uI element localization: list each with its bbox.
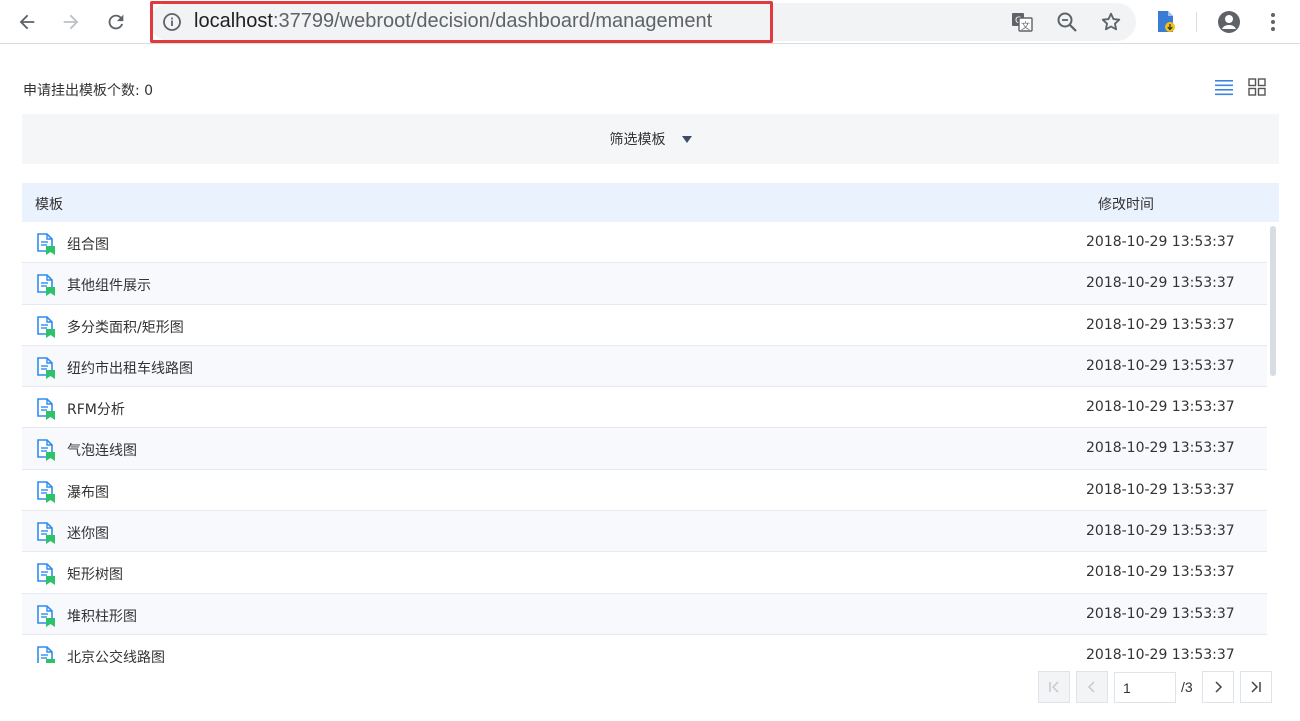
template-name[interactable]: 矩形树图 — [67, 564, 123, 584]
table-row[interactable]: 纽约市出租车线路图 2018-10-29 13:53:37 — [22, 345, 1267, 388]
address-bar-url[interactable]: localhost:37799/webroot/decision/dashboa… — [194, 10, 712, 33]
dashboard-file-icon — [36, 604, 56, 631]
template-name[interactable]: RFM分析 — [67, 399, 125, 419]
modified-time: 2018-10-29 13:53:37 — [1086, 440, 1235, 457]
dashboard-file-icon — [36, 522, 56, 548]
modified-time: 2018-10-29 13:53:37 — [1086, 399, 1235, 416]
url-path: :37799/webroot/decision/dashboard/manage… — [272, 10, 713, 32]
table-row[interactable]: 北京公交线路图 2018-10-29 13:53:37 — [22, 635, 1267, 663]
dashboard-file-icon — [36, 439, 56, 465]
modified-time: 2018-10-29 13:53:37 — [1086, 523, 1235, 540]
table-row[interactable]: 迷你图 2018-10-29 13:53:37 — [22, 511, 1267, 553]
table-row[interactable]: 多分类面积/矩形图 2018-10-29 13:53:37 — [22, 305, 1267, 346]
filter-label: 筛选模板 — [609, 132, 666, 148]
page-total: /3 — [1181, 679, 1193, 695]
table-row[interactable]: 其他组件展示 2018-10-29 13:53:37 — [22, 263, 1267, 305]
table-row[interactable]: 气泡连线图 2018-10-29 13:53:37 — [22, 428, 1267, 470]
template-name[interactable]: 其他组件展示 — [67, 275, 151, 295]
template-name[interactable]: 多分类面积/矩形图 — [67, 317, 184, 337]
modified-time: 2018-10-29 13:53:37 — [1086, 646, 1235, 663]
modified-time: 2018-10-29 13:53:37 — [1086, 605, 1235, 622]
grid-view-icon[interactable] — [1248, 78, 1266, 100]
table-row[interactable]: RFM分析 2018-10-29 13:53:37 — [22, 387, 1267, 429]
url-host: localhost — [194, 10, 273, 32]
info-icon[interactable] — [162, 12, 182, 36]
template-name[interactable]: 北京公交线路图 — [67, 647, 165, 663]
table-header: 模板 修改时间 — [22, 183, 1279, 222]
svg-text:文: 文 — [1021, 20, 1030, 32]
table-row[interactable]: 堆积柱形图 2018-10-29 13:53:37 — [22, 593, 1267, 635]
template-list: 组合图 2018-10-29 13:53:37 其他组件展示 2018-10-29 1… — [22, 222, 1267, 663]
dashboard-file-icon — [36, 274, 56, 300]
zoom-icon[interactable] — [1055, 10, 1079, 34]
page-number-input[interactable] — [1114, 672, 1176, 703]
reload-icon[interactable] — [101, 7, 131, 37]
prev-page-button[interactable] — [1076, 671, 1108, 703]
dashboard-file-icon — [36, 398, 56, 424]
dashboard-file-icon — [36, 233, 56, 259]
next-page-button[interactable] — [1202, 671, 1234, 703]
first-page-button[interactable] — [1038, 671, 1070, 703]
star-icon[interactable] — [1099, 10, 1123, 34]
list-view-icon[interactable] — [1214, 78, 1234, 100]
filter-templates-dropdown[interactable]: 筛选模板 — [22, 114, 1279, 164]
scrollbar-thumb[interactable] — [1270, 226, 1276, 376]
table-row[interactable]: 瀑布图 2018-10-29 13:53:37 — [22, 470, 1267, 512]
table-row[interactable]: 矩形树图 2018-10-29 13:53:37 — [22, 552, 1267, 594]
toolbar-separator — [1196, 12, 1197, 32]
pending-template-count: 申请挂出模板个数: 0 — [23, 83, 154, 99]
back-icon[interactable] — [12, 7, 42, 37]
template-name[interactable]: 组合图 — [67, 234, 109, 254]
dashboard-file-icon — [36, 315, 56, 342]
column-header-modified-time[interactable]: 修改时间 — [1098, 194, 1154, 214]
modified-time: 2018-10-29 13:53:37 — [1086, 275, 1235, 292]
scrollbar-track[interactable] — [1267, 222, 1279, 663]
template-name[interactable]: 瀑布图 — [67, 482, 109, 502]
table-row[interactable]: 组合图 2018-10-29 13:53:37 — [22, 222, 1267, 264]
modified-time: 2018-10-29 13:53:37 — [1086, 234, 1235, 250]
caret-down-icon — [681, 135, 692, 143]
template-name[interactable]: 堆积柱形图 — [67, 606, 137, 626]
modified-time: 2018-10-29 13:53:37 — [1086, 564, 1235, 581]
column-header-template[interactable]: 模板 — [35, 194, 63, 214]
account-icon[interactable] — [1217, 10, 1241, 34]
translate-icon[interactable]: G文 — [1010, 10, 1034, 34]
modified-time: 2018-10-29 13:53:37 — [1086, 316, 1235, 333]
last-page-button[interactable] — [1240, 671, 1272, 703]
extension-icon[interactable] — [1154, 10, 1178, 34]
template-name[interactable]: 迷你图 — [67, 523, 109, 543]
browser-toolbar: localhost:37799/webroot/decision/dashboa… — [0, 0, 1300, 44]
dashboard-file-icon — [36, 357, 56, 383]
dashboard-file-icon — [36, 563, 56, 589]
modified-time: 2018-10-29 13:53:37 — [1086, 357, 1235, 374]
template-name[interactable]: 气泡连线图 — [67, 440, 137, 460]
menu-icon[interactable] — [1261, 10, 1285, 34]
forward-icon[interactable] — [56, 7, 86, 37]
dashboard-file-icon — [36, 480, 56, 507]
template-name[interactable]: 纽约市出租车线路图 — [67, 358, 193, 378]
modified-time: 2018-10-29 13:53:37 — [1086, 481, 1235, 498]
dashboard-file-icon — [36, 646, 56, 663]
